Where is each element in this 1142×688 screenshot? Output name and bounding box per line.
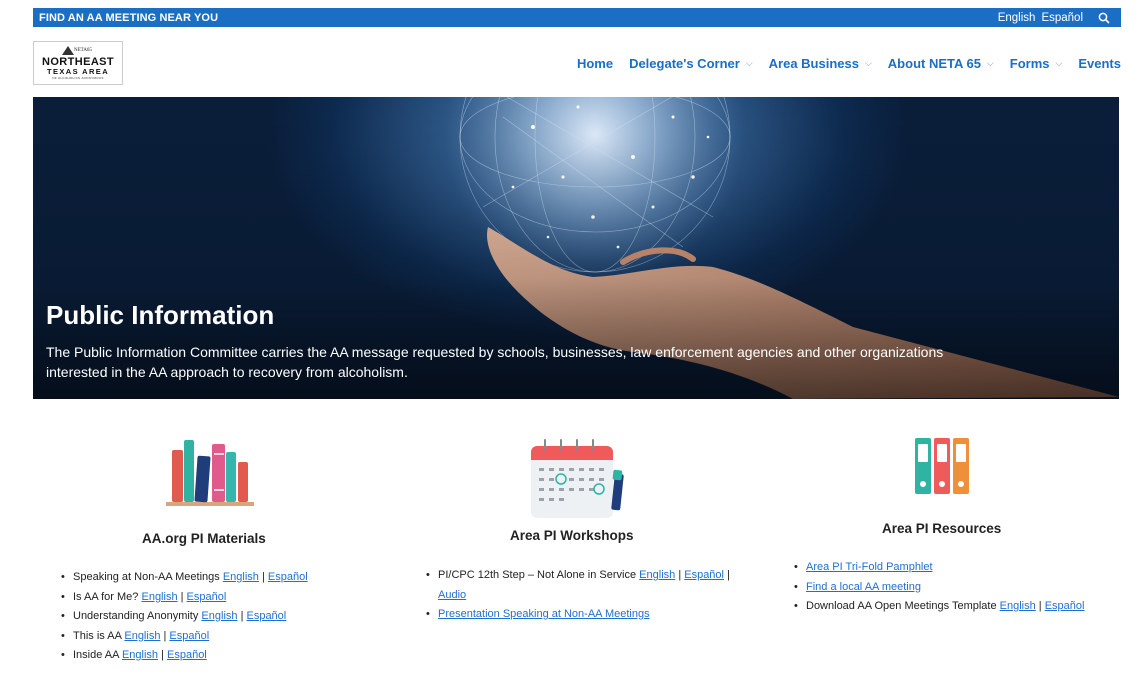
site-logo[interactable]: NETA65 NORTHEAST TEXAS AREA OF ALCOHOLIC… xyxy=(33,41,123,85)
materials-list: Speaking at Non-AA Meetings English | Es… xyxy=(59,568,379,666)
espanol-link[interactable]: Español xyxy=(268,571,308,583)
item-text: Is AA for Me? xyxy=(73,590,139,603)
espanol-link[interactable]: Español xyxy=(684,569,724,581)
separator: | xyxy=(161,649,164,661)
chevron-down-icon: ⌵ xyxy=(745,57,753,68)
hero-banner: Public Information The Public Informatio… xyxy=(33,97,1119,399)
find-meeting-link[interactable]: Find a local AA meeting xyxy=(806,581,921,593)
chevron-down-icon: ⌵ xyxy=(864,57,872,68)
nav-area-business-label: Area Business xyxy=(768,55,859,71)
site-header: NETA65 NORTHEAST TEXAS AREA OF ALCOHOLIC… xyxy=(33,38,1121,88)
presentation-link[interactable]: Presentation Speaking at Non-AA Meetings xyxy=(438,608,650,620)
list-item: Area PI Tri-Fold Pamphlet xyxy=(792,558,1112,578)
english-link[interactable]: English xyxy=(124,630,160,642)
nav-delegates-label: Delegate's Corner xyxy=(629,55,740,71)
language-switcher: English Español xyxy=(998,11,1111,25)
nav-delegates-corner[interactable]: Delegate's Corner ⌵ xyxy=(621,56,761,71)
separator: | xyxy=(180,590,184,603)
espanol-link[interactable]: Español xyxy=(169,630,209,642)
separator: | xyxy=(1038,600,1042,612)
item-text: Speaking at Non-AA Meetings xyxy=(73,571,220,583)
trifold-pamphlet-link[interactable]: Area PI Tri-Fold Pamphlet xyxy=(806,561,933,573)
list-item: Inside AA English | Español xyxy=(59,646,379,666)
nav-about-label: About NETA 65 xyxy=(887,55,981,71)
nav-forms[interactable]: Forms ⌵ xyxy=(1002,56,1071,71)
logo-triangle-icon xyxy=(62,46,74,55)
separator: | xyxy=(261,571,265,583)
list-item: Understanding Anonymity English | Españo… xyxy=(59,607,379,627)
list-item: Find a local AA meeting xyxy=(792,578,1112,598)
workshops-title: Area PI Workshops xyxy=(510,528,634,543)
logo-line2: TEXAS AREA xyxy=(46,67,110,76)
english-link[interactable]: English xyxy=(639,569,675,581)
espanol-link[interactable]: Español xyxy=(187,591,227,603)
calendar-icon xyxy=(531,439,624,518)
lang-english-link[interactable]: English xyxy=(998,12,1036,24)
logo-line3: OF ALCOHOLICS ANONYMOUS xyxy=(52,76,104,80)
english-link[interactable]: English xyxy=(141,591,177,603)
search-icon[interactable] xyxy=(1097,11,1111,25)
chevron-down-icon: ⌵ xyxy=(986,57,994,68)
list-item: Download AA Open Meetings Template Engli… xyxy=(792,597,1112,617)
resources-title: Area PI Resources xyxy=(882,521,1002,536)
english-link[interactable]: English xyxy=(122,649,158,661)
item-text: PI/CPC 12th Step – Not Alone in Service xyxy=(438,569,637,581)
separator: | xyxy=(727,569,730,581)
list-item: PI/CPC 12th Step – Not Alone in Service … xyxy=(424,566,744,605)
espanol-link[interactable]: Español xyxy=(167,649,207,661)
english-link[interactable]: English xyxy=(201,610,237,622)
english-link[interactable]: English xyxy=(223,571,259,583)
separator: | xyxy=(163,629,167,642)
item-text: Understanding Anonymity xyxy=(73,610,199,622)
nav-area-business[interactable]: Area Business ⌵ xyxy=(761,56,880,71)
top-bar: FIND AN AA MEETING NEAR YOU English Espa… xyxy=(33,8,1121,27)
hero-description: The Public Information Committee carries… xyxy=(46,344,944,380)
english-link[interactable]: English xyxy=(1000,600,1036,612)
find-meeting-link[interactable]: FIND AN AA MEETING NEAR YOU xyxy=(39,12,218,24)
list-item: This is AA English | Español xyxy=(59,627,379,647)
nav-home-label: Home xyxy=(576,55,614,71)
binders-icon xyxy=(915,438,969,494)
list-item: Speaking at Non-AA Meetings English | Es… xyxy=(59,568,379,588)
main-nav: Home Delegate's Corner ⌵ Area Business ⌵ A… xyxy=(569,56,1121,71)
item-text: Inside AA xyxy=(73,649,119,661)
chevron-down-icon: ⌵ xyxy=(1055,57,1063,68)
resources-list: Area PI Tri-Fold Pamphlet Find a local A… xyxy=(792,558,1112,617)
nav-forms-label: Forms xyxy=(1009,55,1050,71)
list-item: Presentation Speaking at Non-AA Meetings xyxy=(424,605,744,625)
item-text: This is AA xyxy=(73,629,122,642)
nav-about[interactable]: About NETA 65 ⌵ xyxy=(880,56,1002,71)
list-item: Is AA for Me? English | Español xyxy=(59,588,379,608)
nav-events-label: Events xyxy=(1078,55,1121,71)
separator: | xyxy=(678,569,682,581)
page-title: Public Information xyxy=(46,300,275,330)
materials-title: AA.org PI Materials xyxy=(142,531,266,546)
nav-home[interactable]: Home xyxy=(569,56,621,71)
nav-events[interactable]: Events xyxy=(1070,56,1121,71)
espanol-link[interactable]: Español xyxy=(246,610,286,622)
separator: | xyxy=(240,610,244,622)
workshops-list: PI/CPC 12th Step – Not Alone in Service … xyxy=(424,566,744,625)
lang-espanol-link[interactable]: Español xyxy=(1041,12,1083,24)
item-text: Download AA Open Meetings Template xyxy=(806,600,997,612)
logo-small-text: NETA65 xyxy=(74,48,92,53)
books-icon xyxy=(166,440,254,506)
audio-link[interactable]: Audio xyxy=(438,589,466,601)
espanol-link[interactable]: Español xyxy=(1045,600,1085,612)
